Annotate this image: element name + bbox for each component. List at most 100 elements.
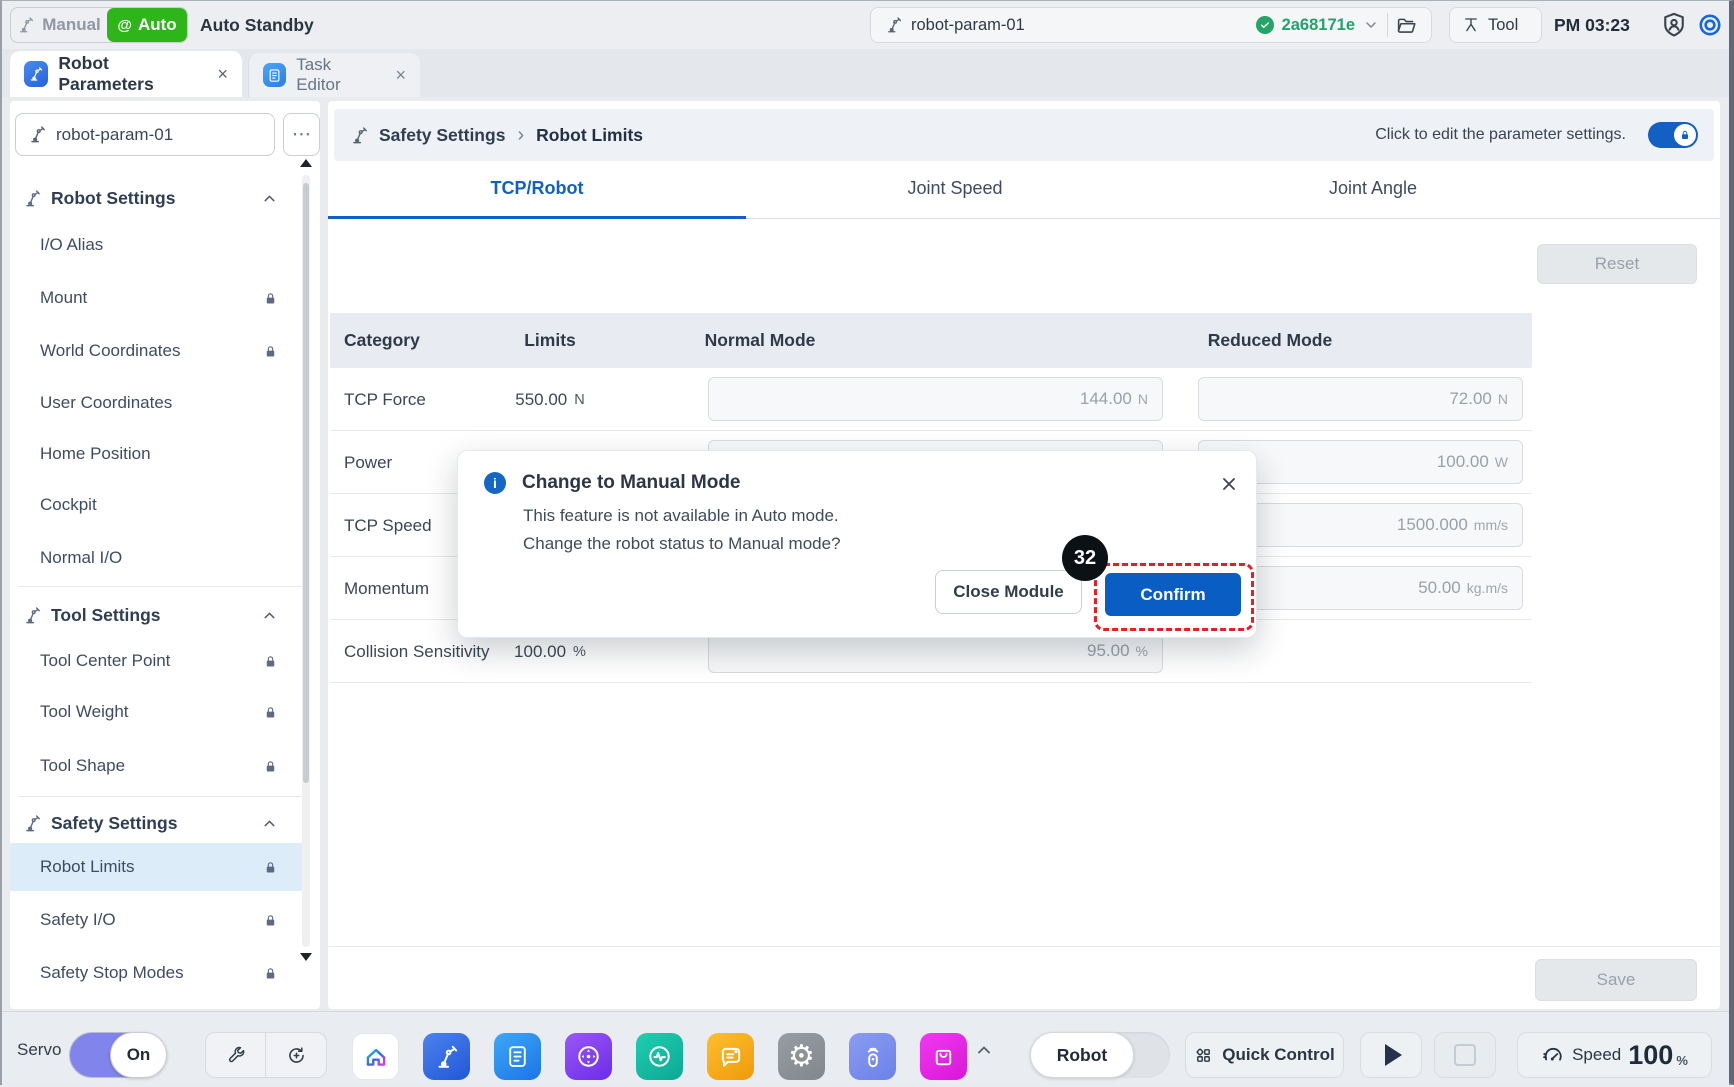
dialog-close-icon[interactable] xyxy=(1216,471,1242,497)
row-category: TCP Force xyxy=(344,368,426,431)
tool-button-group xyxy=(205,1032,327,1078)
sidebar-item-tool-shape[interactable]: Tool Shape xyxy=(10,742,306,790)
sidebar-item-robot-limits[interactable]: Robot Limits xyxy=(10,843,306,891)
row-category: Power xyxy=(344,431,392,494)
dock-collapse-button[interactable] xyxy=(974,1012,994,1087)
save-button[interactable]: Save xyxy=(1535,959,1697,1001)
sidebar-section-robot-settings[interactable]: Robot Settings xyxy=(10,174,306,222)
item-label: World Coordinates xyxy=(40,341,180,361)
lock-icon xyxy=(1679,129,1691,141)
sidebar-item-safety-stop-modes[interactable]: Safety Stop Modes xyxy=(10,949,306,997)
app-jog-button[interactable] xyxy=(565,1033,612,1080)
sidebar-item-user-coordinates[interactable]: User Coordinates xyxy=(10,379,306,427)
sidebar-item-tool-weight[interactable]: Tool Weight xyxy=(10,688,306,736)
quick-control-button[interactable]: Quick Control xyxy=(1185,1032,1344,1078)
reset-button[interactable]: Reset xyxy=(1537,244,1697,284)
sidebar-item-normal-io[interactable]: Normal I/O xyxy=(10,534,306,582)
app-settings-button[interactable]: ⚙ xyxy=(778,1033,825,1080)
speed-button[interactable]: Speed 100 % xyxy=(1517,1032,1712,1078)
sync-button[interactable] xyxy=(266,1033,326,1077)
scroll-up-arrow[interactable] xyxy=(300,159,312,167)
chevron-up-icon xyxy=(261,607,278,624)
app-store-button[interactable] xyxy=(920,1033,967,1080)
tool-button[interactable]: Tool xyxy=(1449,7,1542,43)
sidebar-section-tool-settings[interactable]: Tool Settings xyxy=(10,591,306,639)
tab-task-editor[interactable]: Task Editor × xyxy=(248,53,420,97)
app-home-button[interactable] xyxy=(352,1033,399,1080)
app-robot-params-button[interactable] xyxy=(423,1033,470,1080)
robot-sim-toggle[interactable]: Robot xyxy=(1030,1032,1170,1078)
servo-on-knob: On xyxy=(110,1032,167,1078)
sidebar-item-io-alias[interactable]: I/O Alias xyxy=(10,221,306,269)
quick-control-label: Quick Control xyxy=(1222,1045,1334,1065)
auto-mode-icon: @ xyxy=(117,17,132,34)
stop-button[interactable] xyxy=(1434,1032,1496,1078)
save-label: Save xyxy=(1597,970,1636,990)
robot-toggle-knob: Robot xyxy=(1030,1032,1134,1078)
item-label: Home Position xyxy=(40,444,151,464)
input-unit: W xyxy=(1495,454,1508,470)
robot-arm-icon xyxy=(350,126,369,145)
limit-unit: % xyxy=(573,644,586,660)
chevron-down-icon[interactable] xyxy=(1363,17,1379,33)
sidebar-item-safety-io[interactable]: Safety I/O xyxy=(10,896,306,944)
sidebar-item-tool-center-point[interactable]: Tool Center Point xyxy=(10,637,306,685)
tab-joint-speed[interactable]: Joint Speed xyxy=(746,161,1164,216)
manual-mode-button[interactable]: Manual xyxy=(11,8,107,42)
tab-robot-parameters[interactable]: Robot Parameters × xyxy=(10,51,242,97)
scroll-down-arrow[interactable] xyxy=(300,953,312,961)
sidebar-item-home-position[interactable]: Home Position xyxy=(10,430,306,478)
robot-parameters-tab-icon xyxy=(24,61,48,87)
robot-arm-icon xyxy=(434,1044,460,1070)
breadcrumb-parent: Safety Settings xyxy=(379,125,505,146)
input-value: 95.00 xyxy=(1087,641,1130,661)
input-value: 50.00 xyxy=(1418,578,1461,598)
tab-label: TCP/Robot xyxy=(491,178,584,199)
servo-toggle[interactable]: On xyxy=(69,1032,165,1078)
sidebar-section-safety-settings[interactable]: Safety Settings xyxy=(10,799,306,847)
robot-arm-icon xyxy=(28,125,47,144)
parameter-file-pill[interactable]: robot-param-01 2a68171e xyxy=(870,7,1432,43)
app-monitoring-button[interactable] xyxy=(636,1033,683,1080)
bottom-dock: Servo On ⚙ Robot Quick Control Speed 100… xyxy=(2,1011,1729,1086)
open-folder-icon[interactable] xyxy=(1396,15,1417,36)
top-status-bar: Manual @ Auto Auto Standby robot-param-0… xyxy=(2,1,1729,49)
app-task-editor-button[interactable] xyxy=(494,1033,541,1080)
close-tab-icon[interactable]: × xyxy=(395,65,406,86)
limit-unit: N xyxy=(574,392,584,408)
sidebar-item-world-coordinates[interactable]: World Coordinates xyxy=(10,327,306,375)
tab-joint-angle[interactable]: Joint Angle xyxy=(1164,161,1582,216)
input-unit: N xyxy=(1138,391,1148,407)
speed-unit: % xyxy=(1676,1053,1688,1068)
row-limit: 550.00N xyxy=(450,368,650,431)
app-remote-button[interactable] xyxy=(849,1033,896,1080)
wrench-button[interactable] xyxy=(206,1033,266,1077)
item-label: Safety I/O xyxy=(40,910,116,930)
app-log-button[interactable] xyxy=(707,1033,754,1080)
reduced-mode-input[interactable]: 72.00N xyxy=(1198,377,1523,421)
shopping-bag-icon xyxy=(931,1044,956,1069)
item-label: Tool Center Point xyxy=(40,651,170,671)
target-status-icon[interactable] xyxy=(1697,12,1723,38)
param-name-input[interactable]: robot-param-01 xyxy=(15,113,275,156)
reset-label: Reset xyxy=(1595,254,1639,274)
lock-icon xyxy=(263,759,278,774)
sidebar-scrollbar-thumb[interactable] xyxy=(303,183,309,783)
servo-label: Servo xyxy=(17,1012,61,1087)
play-button[interactable] xyxy=(1360,1032,1422,1078)
tab-tcp-robot[interactable]: TCP/Robot xyxy=(328,161,746,216)
sidebar-item-cockpit[interactable]: Cockpit xyxy=(10,481,306,529)
table-row-tcp-force: TCP Force 550.00N 144.00N 72.00N xyxy=(330,368,1532,431)
lock-icon xyxy=(263,291,278,306)
sidebar-item-mount[interactable]: Mount xyxy=(10,274,306,322)
tab-label: Robot Parameters xyxy=(58,53,199,95)
speed-value: 100 xyxy=(1628,1040,1673,1071)
close-module-button[interactable]: Close Module xyxy=(935,570,1082,614)
more-options-button[interactable]: ⋯ xyxy=(283,113,320,156)
chevron-up-icon xyxy=(974,1040,994,1060)
safety-shield-icon[interactable] xyxy=(1660,11,1688,39)
normal-mode-input[interactable]: 144.00N xyxy=(708,377,1163,421)
close-tab-icon[interactable]: × xyxy=(217,64,228,85)
edit-lock-toggle[interactable] xyxy=(1648,122,1698,148)
auto-mode-button[interactable]: @ Auto xyxy=(107,8,187,42)
